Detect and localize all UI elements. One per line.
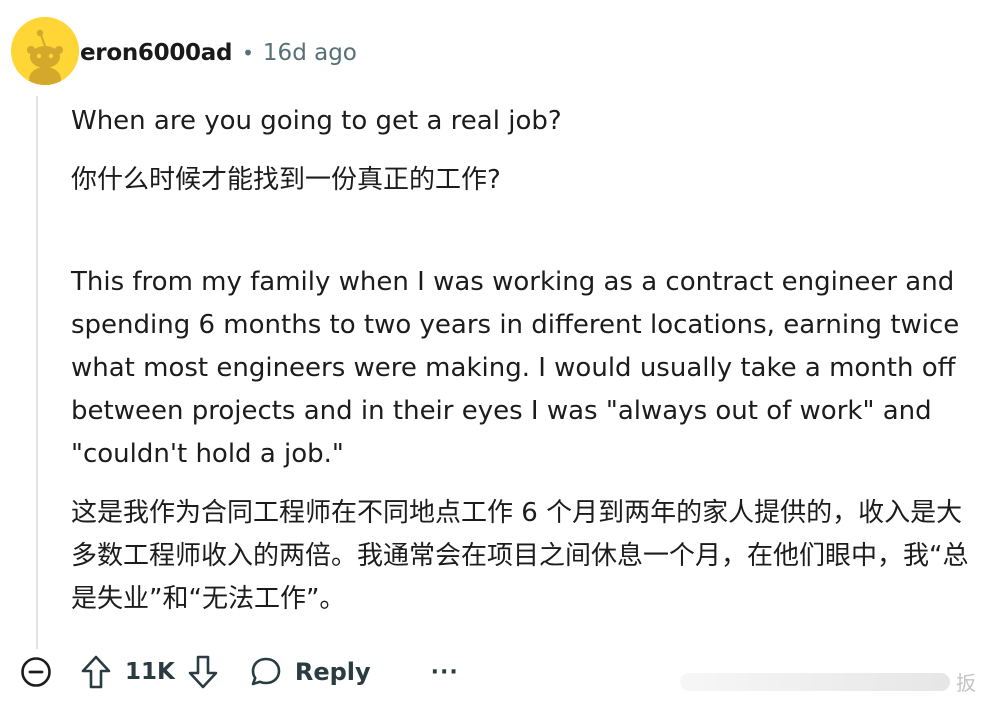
upvote-button[interactable] (78, 652, 114, 692)
paragraph-story-en: This from my family when I was working a… (71, 267, 960, 469)
vote-score: 11K (125, 659, 175, 685)
author-username[interactable]: eron6000ad (80, 40, 232, 66)
comment-timestamp[interactable]: 16d ago (263, 40, 357, 66)
collapse-minus-icon (21, 657, 51, 687)
watermark-text: 扳 (956, 671, 976, 695)
reply-button[interactable]: Reply (249, 655, 371, 689)
speech-bubble-icon (251, 657, 281, 686)
comment-card: eron6000ad • 16d ago When are you going … (0, 0, 986, 704)
paragraph-question-zh: 你什么时候才能找到一份真正的工作? (71, 165, 501, 195)
thread-line[interactable] (36, 96, 38, 649)
downvote-button[interactable] (185, 652, 221, 692)
upvote-arrow-icon (81, 655, 111, 689)
comment-header: eron6000ad • 16d ago (80, 36, 357, 70)
user-avatar[interactable] (11, 17, 79, 85)
reply-label: Reply (294, 658, 371, 686)
watermark-bar (680, 672, 950, 691)
comment-body: When are you going to get a real job? 你什… (71, 100, 971, 621)
paragraph-story-zh: 这是我作为合同工程师在不同地点工作 6 个月到两年的家人提供的，收入是大多数工程… (71, 498, 969, 614)
downvote-arrow-icon (188, 655, 218, 689)
comment-actions: 11K Reply ··· (18, 652, 459, 692)
paragraph-question-en: When are you going to get a real job? (71, 106, 562, 136)
watermark: 扳 (680, 667, 976, 696)
meta-separator: • (242, 41, 254, 65)
more-options-button[interactable]: ··· (431, 660, 459, 685)
collapse-button[interactable] (18, 654, 54, 690)
snoo-avatar-icon (11, 17, 79, 85)
